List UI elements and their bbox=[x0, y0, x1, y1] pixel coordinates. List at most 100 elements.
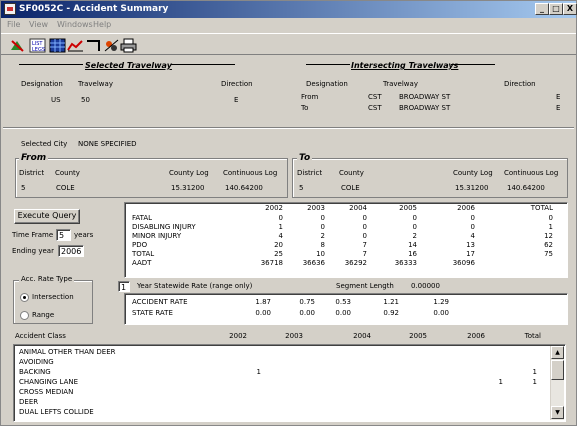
range-radio[interactable] bbox=[20, 311, 29, 320]
summary-row-total: 12 bbox=[544, 232, 553, 240]
rate-cell: 1.29 bbox=[433, 298, 449, 306]
summary-cell: 0 bbox=[362, 214, 367, 222]
print-icon[interactable] bbox=[120, 38, 137, 53]
to-continuous-log-label: Continuous Log bbox=[504, 169, 559, 177]
from-district: 5 bbox=[21, 184, 26, 192]
summary-cell: 0 bbox=[278, 214, 283, 222]
summary-cell: 0 bbox=[320, 214, 325, 222]
accident-class-item[interactable]: BACKING bbox=[19, 368, 51, 376]
summary-cell: 16 bbox=[408, 250, 417, 258]
tools-icon[interactable] bbox=[103, 38, 120, 53]
rate-cell: 0.00 bbox=[255, 309, 271, 317]
menu-file[interactable]: File bbox=[7, 20, 20, 29]
class-scrollbar[interactable]: ▲ ▼ bbox=[550, 346, 564, 420]
app-icon[interactable] bbox=[4, 3, 16, 15]
accident-class-item[interactable]: DUAL LEFTS COLLIDE bbox=[19, 408, 94, 416]
selected-travelway-rule-left bbox=[19, 64, 83, 65]
time-frame-label: Time Frame bbox=[12, 231, 54, 239]
minimize-button[interactable]: _ bbox=[535, 3, 549, 15]
from-continuous-log-label: Continuous Log bbox=[223, 169, 278, 177]
accident-class-item[interactable]: ANIMAL OTHER THAN DEER bbox=[19, 348, 116, 356]
scroll-thumb[interactable] bbox=[551, 360, 564, 380]
summary-cell: 36718 bbox=[260, 259, 283, 267]
class-year-2006: 2006 bbox=[467, 332, 485, 340]
execute-query-button[interactable]: Execute Query bbox=[14, 209, 80, 224]
selected-travelway: 50 bbox=[81, 96, 90, 104]
selected-travelway-title: Selected Travelway bbox=[85, 61, 172, 70]
divider bbox=[3, 127, 574, 129]
from-county-log: 15.31200 bbox=[171, 184, 205, 192]
to-county-log: 15.31200 bbox=[455, 184, 489, 192]
to-district: 5 bbox=[299, 184, 304, 192]
run-icon[interactable] bbox=[9, 38, 26, 53]
summary-row-label: PDO bbox=[132, 241, 148, 249]
chart-icon[interactable] bbox=[67, 38, 84, 53]
accident-class-cell: 1 bbox=[498, 378, 503, 386]
rate-row-label: STATE RATE bbox=[132, 309, 173, 317]
summary-row-label: AADT bbox=[132, 259, 152, 267]
to-county-label: County bbox=[339, 169, 364, 177]
menu-help[interactable]: Help bbox=[93, 20, 111, 29]
rate-row-label: ACCIDENT RATE bbox=[132, 298, 188, 306]
rate-cell: 1.21 bbox=[383, 298, 399, 306]
summary-row-label: MINOR INJURY bbox=[132, 232, 182, 240]
summary-cell: 7 bbox=[362, 241, 367, 249]
intersection-radio[interactable] bbox=[20, 293, 29, 302]
list-legs-text-2: LEGS bbox=[32, 47, 45, 53]
intersecting-to-label: To bbox=[301, 104, 309, 112]
to-title: To bbox=[297, 153, 313, 163]
summary-cell: 2 bbox=[412, 232, 417, 240]
summary-row-label: TOTAL bbox=[132, 250, 155, 258]
list-legs-icon[interactable]: LIST LEGS bbox=[29, 38, 46, 53]
from-county-label: County bbox=[55, 169, 80, 177]
close-button[interactable]: X bbox=[563, 3, 577, 15]
intersecting-travelway-label: Travelway bbox=[383, 80, 418, 88]
intersecting-to-designation: CST bbox=[368, 104, 382, 112]
summary-row-total: 0 bbox=[548, 214, 553, 222]
intersecting-from-designation: CST bbox=[368, 93, 382, 101]
summary-cell: 17 bbox=[466, 250, 475, 258]
menu-view[interactable]: View bbox=[29, 20, 48, 29]
from-continuous-log: 140.64200 bbox=[225, 184, 263, 192]
summary-year-2003: 2003 bbox=[307, 204, 325, 212]
accident-class-item[interactable]: CHANGING LANE bbox=[19, 378, 78, 386]
title-bar[interactable]: SF0052C - Accident Summary _ □ X bbox=[1, 1, 577, 18]
to-county-log-label: County Log bbox=[453, 169, 493, 177]
accident-class-item[interactable]: DEER bbox=[19, 398, 38, 406]
accident-class-total: 1 bbox=[532, 368, 537, 376]
summary-cell: 8 bbox=[320, 241, 325, 249]
summary-year-2004: 2004 bbox=[349, 204, 367, 212]
summary-cell: 14 bbox=[408, 241, 417, 249]
summary-row-total: 75 bbox=[544, 250, 553, 258]
from-county-log-label: County Log bbox=[169, 169, 209, 177]
grid-icon[interactable] bbox=[49, 38, 66, 53]
summary-cell: 36096 bbox=[452, 259, 475, 267]
rate-type-title: Acc. Rate Type bbox=[19, 275, 75, 283]
intersecting-direction-label: Direction bbox=[504, 80, 536, 88]
time-frame-input[interactable]: 5 bbox=[56, 229, 71, 241]
selected-travelway-rule-right bbox=[171, 64, 235, 65]
statewide-years-input[interactable]: 1 bbox=[118, 281, 130, 292]
class-total-header: Total bbox=[524, 332, 541, 340]
accident-summary-window: SF0052C - Accident Summary _ □ X File Vi… bbox=[0, 0, 577, 426]
range-radio-label[interactable]: Range bbox=[32, 311, 54, 319]
intersection-radio-label[interactable]: Intersection bbox=[32, 293, 74, 301]
ending-year-input[interactable]: 2006 bbox=[58, 245, 84, 257]
menu-windows[interactable]: Windows bbox=[57, 20, 93, 29]
summary-total-header: TOTAL bbox=[530, 204, 553, 212]
travelway-label: Travelway bbox=[78, 80, 113, 88]
maximize-button[interactable]: □ bbox=[549, 3, 563, 15]
to-continuous-log: 140.64200 bbox=[507, 184, 545, 192]
from-title: From bbox=[19, 153, 49, 163]
to-district-label: District bbox=[297, 169, 323, 177]
intersecting-to-direction: E bbox=[556, 104, 561, 112]
accident-class-item[interactable]: CROSS MEDIAN bbox=[19, 388, 73, 396]
scroll-up-icon[interactable]: ▲ bbox=[551, 346, 564, 359]
menu-bar: File View Windows Help bbox=[1, 18, 576, 32]
class-year-2005: 2005 bbox=[409, 332, 427, 340]
accident-class-item[interactable]: AVOIDING bbox=[19, 358, 54, 366]
summary-cell: 2 bbox=[320, 232, 325, 240]
scroll-down-icon[interactable]: ▼ bbox=[551, 406, 564, 419]
exit-icon[interactable] bbox=[85, 38, 102, 53]
from-district-label: District bbox=[19, 169, 45, 177]
